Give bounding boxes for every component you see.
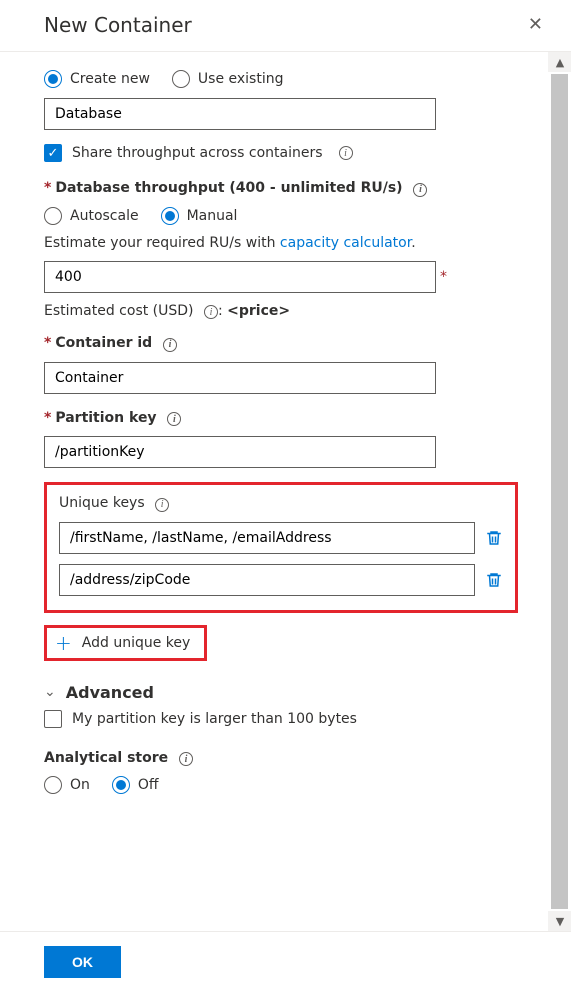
container-id-label: *Container id i [44, 335, 537, 352]
unique-keys-label: Unique keys i [59, 495, 503, 512]
analytical-store-row: On Off [44, 776, 537, 794]
unique-key-row [59, 522, 503, 554]
close-button[interactable]: ✕ [522, 10, 549, 39]
radio-icon [44, 70, 62, 88]
large-pk-row[interactable]: My partition key is larger than 100 byte… [44, 710, 537, 728]
add-unique-key-label: Add unique key [82, 635, 191, 651]
info-icon[interactable]: i [163, 338, 177, 352]
analytical-off-radio[interactable]: Off [112, 776, 159, 794]
add-unique-key-button[interactable]: + Add unique key [44, 625, 207, 661]
checkbox-icon [44, 710, 62, 728]
partition-key-label: *Partition key i [44, 410, 537, 427]
required-marker: * [440, 269, 447, 285]
advanced-toggle[interactable]: ⌄ Advanced [44, 683, 537, 702]
partition-key-input[interactable] [44, 436, 436, 468]
container-id-input[interactable] [44, 362, 436, 394]
info-icon[interactable]: i [339, 146, 353, 160]
radio-icon [161, 207, 179, 225]
share-throughput-row[interactable]: ✓ Share throughput across containers i [44, 144, 537, 162]
analytical-store-label: Analytical store i [44, 750, 537, 767]
radio-icon [112, 776, 130, 794]
required-marker: * [44, 180, 51, 196]
info-icon[interactable]: i [167, 412, 181, 426]
delete-key-button[interactable] [485, 529, 503, 547]
unique-keys-section: Unique keys i [44, 482, 518, 613]
create-new-radio[interactable]: Create new [44, 70, 150, 88]
panel-title: New Container [44, 13, 192, 37]
throughput-input[interactable] [44, 261, 436, 293]
analytical-on-radio[interactable]: On [44, 776, 90, 794]
manual-label: Manual [187, 208, 238, 224]
panel-header: New Container ✕ [0, 0, 571, 52]
ok-button[interactable]: OK [44, 946, 121, 978]
checkbox-icon: ✓ [44, 144, 62, 162]
radio-icon [172, 70, 190, 88]
radio-icon [44, 207, 62, 225]
database-name-input[interactable] [44, 98, 436, 130]
use-existing-radio[interactable]: Use existing [172, 70, 284, 88]
scroll-down-arrow[interactable]: ▼ [548, 911, 571, 931]
info-icon[interactable]: i [413, 183, 427, 197]
info-icon[interactable]: i [179, 752, 193, 766]
panel-body[interactable]: Create new Use existing ✓ Share throughp… [0, 52, 547, 931]
unique-key-input[interactable] [59, 564, 475, 596]
panel-footer: OK [0, 931, 571, 1000]
delete-key-button[interactable] [485, 571, 503, 589]
radio-icon [44, 776, 62, 794]
create-new-label: Create new [70, 71, 150, 87]
scroll-up-arrow[interactable]: ▲ [548, 52, 571, 72]
capacity-calculator-link[interactable]: capacity calculator [280, 235, 411, 251]
required-marker: * [44, 410, 51, 426]
info-icon[interactable]: i [155, 498, 169, 512]
use-existing-label: Use existing [198, 71, 284, 87]
large-pk-label: My partition key is larger than 100 byte… [72, 711, 357, 727]
throughput-mode-row: Autoscale Manual [44, 207, 537, 225]
scrollbar-thumb[interactable] [551, 74, 568, 909]
plus-icon: + [55, 633, 72, 653]
estimated-cost-value: <price> [227, 303, 290, 319]
required-marker: * [44, 335, 51, 351]
database-mode-row: Create new Use existing [44, 70, 537, 88]
scrollbar[interactable]: ▲ ▼ [547, 52, 571, 931]
estimated-cost-row: Estimated cost (USD) i: <price> [44, 303, 537, 320]
unique-key-row [59, 564, 503, 596]
throughput-label: *Database throughput (400 - unlimited RU… [44, 180, 537, 197]
share-throughput-label: Share throughput across containers [72, 145, 323, 161]
unique-key-input[interactable] [59, 522, 475, 554]
autoscale-label: Autoscale [70, 208, 139, 224]
analytical-off-label: Off [138, 777, 159, 793]
manual-radio[interactable]: Manual [161, 207, 238, 225]
info-icon[interactable]: i [204, 305, 218, 319]
capacity-hint: Estimate your required RU/s with capacit… [44, 235, 537, 251]
chevron-down-icon: ⌄ [44, 684, 56, 700]
advanced-label: Advanced [66, 683, 154, 702]
autoscale-radio[interactable]: Autoscale [44, 207, 139, 225]
analytical-on-label: On [70, 777, 90, 793]
new-container-panel: New Container ✕ Create new Use existing … [0, 0, 571, 1000]
